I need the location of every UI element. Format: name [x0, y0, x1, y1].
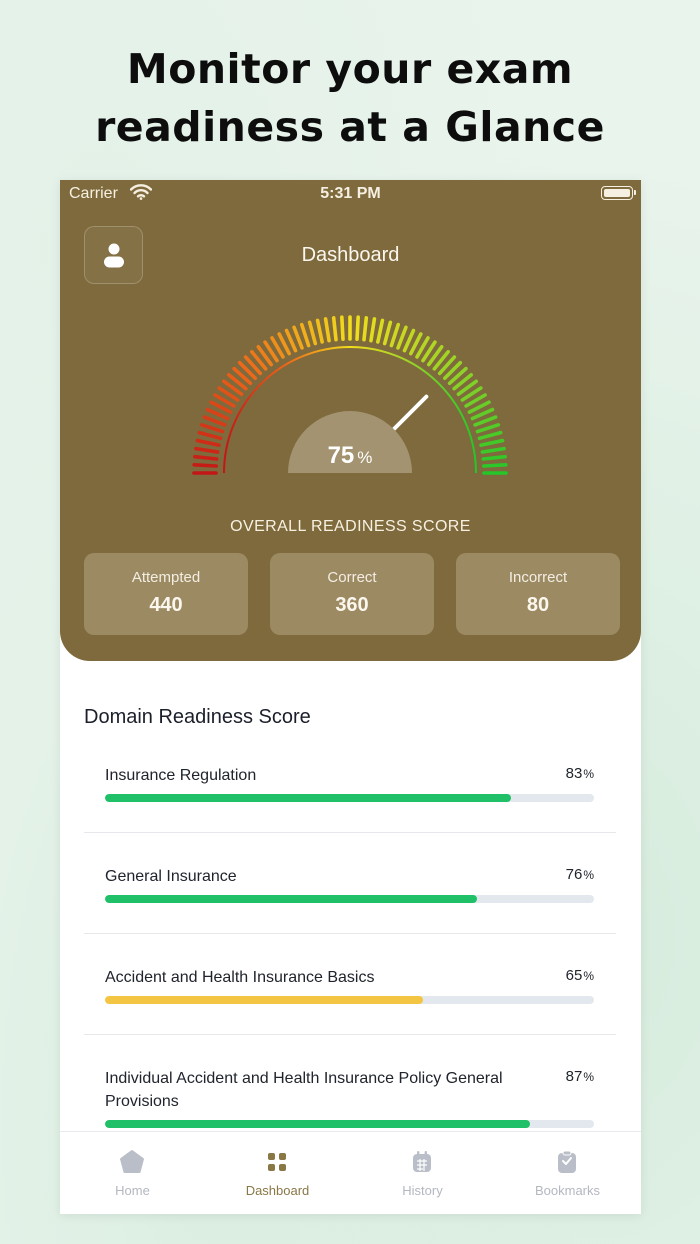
stat-value: 360 — [335, 594, 369, 616]
headline-line-1: Monitor your exam — [126, 45, 574, 93]
status-bar: Carrier 5:31 PM — [60, 180, 641, 210]
gauge-tick — [477, 430, 503, 441]
battery-icon — [601, 186, 636, 200]
domain-progress-fill — [105, 1120, 531, 1128]
overall-readiness-label: OVERALL READINESS SCORE — [230, 518, 471, 535]
bookmarks-icon — [558, 1150, 576, 1173]
gauge-tick — [307, 320, 318, 346]
gauge-tick — [195, 438, 221, 447]
domain-progress-fill — [105, 794, 511, 802]
gauge-percent: 75 — [327, 442, 355, 469]
divider — [84, 1034, 616, 1035]
stat-value: 440 — [149, 594, 183, 616]
gauge-tick — [194, 446, 220, 454]
tab-label: Home — [115, 1183, 150, 1198]
domain-percent-unit: % — [583, 868, 594, 882]
tab-label: Dashboard — [245, 1183, 310, 1198]
tab-label: Bookmarks — [534, 1183, 601, 1198]
tab-label: History — [402, 1183, 443, 1198]
gauge-tick — [292, 325, 304, 350]
domain-row[interactable]: Insurance Regulation 83% — [84, 764, 616, 804]
domain-percent: 76% — [566, 866, 594, 883]
domain-percent-value: 83 — [565, 765, 583, 782]
gauge-tick — [482, 463, 508, 468]
gauge-tick — [192, 463, 218, 468]
gauge-tick — [480, 446, 506, 454]
bottom-tab-bar: Home Dashboard History Bookmarks — [60, 1131, 641, 1214]
domain-percent: 87% — [566, 1068, 594, 1085]
domain-progress-track — [105, 794, 594, 802]
headline-line-2: readiness at a Glance — [95, 103, 605, 151]
tab-home[interactable]: Home — [60, 1132, 205, 1214]
status-time: 5:31 PM — [320, 185, 381, 202]
gauge-tick — [382, 320, 393, 346]
domain-row[interactable]: Individual Accident and Health Insurance… — [84, 1067, 616, 1131]
tab-history[interactable]: History — [350, 1132, 495, 1214]
dashboard-grid-icon — [268, 1153, 286, 1171]
stat-label: Correct — [327, 569, 377, 586]
gauge-tick — [369, 317, 377, 343]
divider — [84, 832, 616, 833]
stat-card-correct[interactable]: Correct 360 — [270, 553, 434, 635]
gauge-tick — [197, 430, 223, 441]
gauge-tick — [315, 318, 324, 344]
gauge-tick — [475, 422, 501, 434]
domain-percent: 83% — [566, 765, 594, 782]
domain-percent: 65% — [566, 967, 594, 984]
gauge-tick — [362, 316, 369, 342]
domain-progress-fill — [105, 895, 477, 903]
domain-name: Accident and Health Insurance Basics — [105, 969, 375, 986]
gauge-tick — [355, 315, 360, 341]
gauge-tick — [323, 317, 331, 343]
promo-headline: Monitor your exam readiness at a Glance — [0, 40, 700, 156]
gauge-tick — [193, 454, 219, 461]
gauge-tick — [331, 316, 338, 342]
tab-dashboard[interactable]: Dashboard — [205, 1132, 350, 1214]
phone-screen: Carrier 5:31 PM Dashboard 75% OVERALL RE… — [60, 180, 641, 1214]
domain-name: Individual Accident and Health Insurance… — [105, 1070, 503, 1110]
domain-progress-track — [105, 1120, 594, 1128]
gauge-tick — [396, 325, 408, 350]
domain-row[interactable]: Accident and Health Insurance Basics 65% — [84, 966, 616, 1006]
stat-label: Attempted — [131, 569, 201, 586]
domain-row[interactable]: General Insurance 76% — [84, 865, 616, 905]
gauge-tick — [299, 322, 311, 348]
domain-percent-value: 76 — [565, 866, 583, 883]
gauge-tick — [481, 454, 507, 461]
gauge-tick — [340, 315, 345, 341]
history-icon — [413, 1151, 431, 1172]
stat-value: 80 — [526, 594, 550, 616]
gauge-tick — [473, 415, 498, 427]
gauge-tick — [202, 415, 227, 427]
domain-percent-unit: % — [583, 969, 594, 983]
stat-label: Incorrect — [508, 569, 568, 586]
domain-name: General Insurance — [105, 868, 237, 885]
domain-progress-track — [105, 996, 594, 1004]
domain-percent-unit: % — [583, 767, 594, 781]
gauge-tick — [479, 438, 505, 447]
divider — [84, 933, 616, 934]
gauge-value: 75% — [288, 442, 412, 470]
domain-percent-unit: % — [583, 1070, 594, 1084]
stat-card-incorrect[interactable]: Incorrect 80 — [456, 553, 620, 635]
stat-card-attempted[interactable]: Attempted 440 — [84, 553, 248, 635]
domain-percent-value: 87 — [565, 1068, 583, 1085]
dashboard-header-panel: Carrier 5:31 PM Dashboard 75% OVERALL RE… — [60, 180, 641, 661]
gauge-tick — [376, 318, 385, 344]
gauge-tick — [389, 322, 401, 348]
domain-name: Insurance Regulation — [105, 767, 257, 784]
tab-bookmarks[interactable]: Bookmarks — [495, 1132, 640, 1214]
home-icon — [120, 1150, 144, 1173]
domain-percent-value: 65 — [565, 967, 583, 984]
gauge-unit: % — [357, 448, 373, 467]
domain-section-title: Domain Readiness Score — [84, 706, 311, 728]
domain-progress-fill — [105, 996, 423, 1004]
domain-progress-track — [105, 895, 594, 903]
page-title: Dashboard — [301, 244, 400, 266]
gauge-tick — [199, 422, 225, 434]
